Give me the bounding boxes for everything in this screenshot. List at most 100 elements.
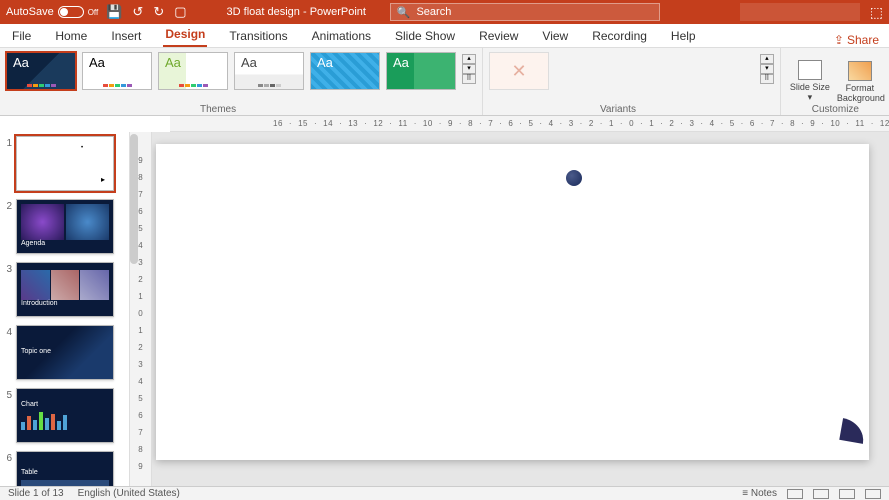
slide-counter[interactable]: Slide 1 of 13 [8,488,64,499]
start-show-icon[interactable]: ▢ [174,4,186,20]
ribbon-options-icon[interactable]: ⬚ [870,4,883,21]
slide-canvas[interactable] [156,144,869,460]
canvas-area [152,132,889,486]
slide-size-button[interactable]: Slide Size ▾ [787,60,833,103]
theme-glyph: Aa [393,55,409,70]
ruler-tick: 6 [138,207,142,216]
account-area[interactable] [740,3,860,21]
thumb-row: 2Agenda [2,199,127,254]
theme-thumb-3[interactable]: Aa [158,52,228,90]
slide-thumb-3[interactable]: Introduction [16,262,114,317]
thumb-row: 1▸• [2,136,127,191]
variants-more[interactable]: ▴▾⠿ [760,52,774,86]
ruler-tick: 2 [669,119,674,128]
slide-size-label: Slide Size [790,82,830,92]
ruler-tick: 16 [273,119,283,128]
chevron-up-icon: ▴ [462,54,476,64]
notes-label: Notes [751,488,777,499]
tab-transitions[interactable]: Transitions [227,25,289,47]
theme-thumb-2[interactable]: Aa [82,52,152,90]
quick-access-toolbar: 💾 ↺ ↻ ▢ [106,4,186,20]
reading-view-icon[interactable] [839,489,855,499]
notes-button[interactable]: ≡ Notes [742,488,777,499]
tab-insert[interactable]: Insert [109,25,143,47]
share-label: Share [847,33,879,47]
tab-view[interactable]: View [540,25,570,47]
tab-help[interactable]: Help [669,25,698,47]
tab-slide-show[interactable]: Slide Show [393,25,457,47]
scrollbar-vertical[interactable] [130,134,138,264]
theme-glyph: Aa [165,55,181,70]
tab-file[interactable]: File [10,25,33,47]
document-title: 3D float design - PowerPoint [227,6,366,18]
theme-thumb-5[interactable]: Aa [310,52,380,90]
ruler-tick: 10 [423,119,433,128]
work-area: 1▸•2Agenda3Introduction4Topic one5Chart6… [0,132,889,486]
slide-thumbnails[interactable]: 1▸•2Agenda3Introduction4Topic one5Chart6… [0,132,130,486]
ruler-tick: 0 [138,309,142,318]
ruler-tick: 2 [138,275,142,284]
ruler-tick: 8 [468,119,473,128]
theme-glyph: Aa [317,55,333,70]
language-indicator[interactable]: English (United States) [78,488,180,499]
thumb-row: 5Chart [2,388,127,443]
redo-icon[interactable]: ↻ [153,4,164,20]
format-bg-icon [848,61,872,81]
sphere-shape[interactable] [566,170,582,186]
thumb-number: 5 [2,388,12,443]
ruler-tick: 1 [609,119,614,128]
ruler-tick: 5 [138,224,142,233]
title-sep: - [303,6,310,18]
theme-glyph: Aa [13,55,29,70]
toggle-icon [58,6,84,18]
themes-group-label: Themes [200,104,236,115]
ruler-tick: 1 [138,292,142,301]
ruler-tick: 4 [549,119,554,128]
ruler-tick: 9 [448,119,453,128]
ruler-tick: 2 [589,119,594,128]
search-box[interactable]: 🔍 [390,3,660,21]
share-button[interactable]: ⇪ Share [834,33,879,47]
variant-thumb-1[interactable]: ✕ [489,52,549,90]
theme-thumb-4[interactable]: Aa [234,52,304,90]
undo-icon[interactable]: ↺ [132,4,143,20]
theme-glyph: Aa [241,55,257,70]
search-input[interactable] [416,6,652,18]
thumb-row: 3Introduction [2,262,127,317]
ruler-tick: 13 [348,119,358,128]
ruler-horizontal[interactable]: 16·15·14·13·12·11·10·9·8·7·6·5·4·3·2·1·0… [170,116,889,132]
autosave-label: AutoSave [6,6,54,18]
ruler-tick: 11 [398,119,407,128]
autosave-toggle[interactable]: AutoSave Off [6,6,98,18]
slide-thumb-4[interactable]: Topic one [16,325,114,380]
ruler-tick: 9 [138,156,142,165]
slideshow-view-icon[interactable] [865,489,881,499]
slide-thumb-1[interactable]: ▸• [16,136,114,191]
status-bar: Slide 1 of 13 English (United States) ≡ … [0,486,889,500]
ruler-tick: 5 [730,119,735,128]
themes-more[interactable]: ▴▾⠿ [462,52,476,86]
ruler-tick: 4 [138,241,142,250]
slide-thumb-6[interactable]: Table [16,451,114,486]
slide-thumb-5[interactable]: Chart [16,388,114,443]
ruler-tick: 9 [138,462,142,471]
slide-thumb-2[interactable]: Agenda [16,199,114,254]
save-icon[interactable]: 💾 [106,4,122,20]
ruler-tick: 9 [810,119,815,128]
format-background-button[interactable]: Format Background [837,61,883,103]
ruler-tick: 8 [138,173,142,182]
tab-home[interactable]: Home [53,25,89,47]
ruler-tick: 0 [629,119,634,128]
theme-thumb-6[interactable]: Aa [386,52,456,90]
chevron-up-icon: ▴ [760,54,774,64]
title-bar: AutoSave Off 💾 ↺ ↻ ▢ 3D float design - P… [0,0,889,24]
tab-design[interactable]: Design [163,23,207,47]
theme-thumb-1[interactable]: Aa [6,52,76,90]
normal-view-icon[interactable] [787,489,803,499]
tab-animations[interactable]: Animations [310,25,373,47]
more-icon: ⠿ [760,74,774,84]
tab-review[interactable]: Review [477,25,520,47]
sorter-view-icon[interactable] [813,489,829,499]
tab-recording[interactable]: Recording [590,25,649,47]
ruler-tick: 6 [750,119,755,128]
